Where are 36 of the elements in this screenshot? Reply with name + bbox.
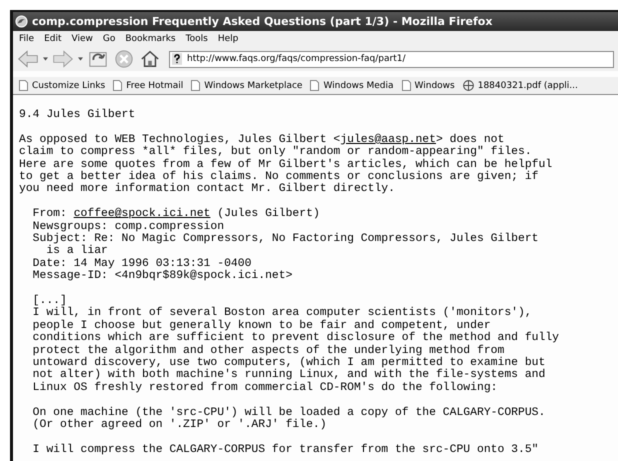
menu-item[interactable]: Bookmarks	[125, 34, 176, 44]
browser-logo-icon	[15, 15, 28, 28]
address-field[interactable]: http://www.faqs.org/faqs/compression-faq/part1/	[169, 50, 614, 68]
section-heading: 9.4 Jules Gilbert	[19, 109, 136, 122]
menu-item[interactable]: Help	[218, 34, 238, 44]
bookmark-item[interactable]: Windows	[402, 80, 455, 91]
bookmark-item[interactable]: Customize Links	[19, 80, 106, 91]
text-paragraph: From: coffee@spock.ici.net (Jules Gilbert) Newsgroups: comp.compression Subject: Re: No Magic Compressors, No Factoring Compressors, Jules Gilbert is a liar Date: 14 May 1996 03:13:31 -0400 Message-ID: <4n9bqr$89k@spock.ici.net>	[32, 208, 538, 283]
page-icon	[19, 80, 28, 91]
menu-item[interactable]: Edit	[44, 34, 62, 44]
bookmark-item[interactable]: Free Hotmail	[113, 80, 184, 91]
text-paragraph: As opposed to WEB Technologies, Jules Gilbert <jules@aasp.net> does not claim to compress *all* files, but only "random or random-appearing" files. Here are some quotes from a few of Mr Gilbert's articles, which can be helpful to get a better idea of his claims. No comments or conclusions are given; if you need more information contact Mr. Gilbert directly.	[19, 134, 552, 196]
page-icon	[191, 80, 200, 91]
text-paragraph: On one machine (the 'src-CPU') will be loaded a copy of the CALGARY-CORPUS. (Or other agreed on '.ZIP' or '.ARJ' file.)	[32, 406, 546, 432]
text-paragraph: [...] I will, in front of several Boston area computer scientists ('monitors'), people I choose but generally known to be fair and competent, under conditions which are sufficient to prevent disclosure of the method and fully protect the algorithm and other aspects of the underlying method from untoward discovery, use two computers, (which I am permitted to examine but not alter) with both machine's running Linux, and with the file-systems and Linux OS freshly restored from commercial CD-ROM's do the following:	[32, 295, 560, 394]
email-link[interactable]: coffee@spock.ici.net	[74, 208, 210, 220]
text-paragraph: I will compress the CALGARY-CORPUS for transfer from the src-CPU onto 3.5"	[32, 444, 538, 456]
menu-item[interactable]: Go	[102, 34, 116, 44]
page-icon	[310, 80, 320, 91]
page-icon	[402, 80, 411, 91]
email-link[interactable]: jules@aasp.net	[340, 134, 436, 146]
home-icon[interactable]	[139, 49, 161, 69]
dropdown-icon[interactable]	[43, 57, 48, 61]
menu-item[interactable]: Tools	[186, 34, 208, 44]
menu-item[interactable]: File	[19, 34, 34, 44]
bookmark-item[interactable]: Windows Media	[310, 80, 394, 91]
reload-icon[interactable]	[87, 49, 109, 69]
globe-icon	[462, 80, 474, 91]
page-icon	[113, 80, 122, 91]
window-title: comp.compression Frequently Asked Questions (part 1/3) - Mozilla Firefox	[32, 15, 492, 28]
bookmark-item[interactable]: 18840321.pdf (appli...	[462, 80, 578, 91]
menu-item[interactable]: View	[72, 34, 93, 44]
back-arrow-icon[interactable]	[17, 49, 39, 69]
unknown-site-icon	[172, 53, 182, 65]
dropdown-icon[interactable]	[78, 57, 83, 61]
bookmark-item[interactable]: Windows Marketplace	[191, 80, 302, 91]
